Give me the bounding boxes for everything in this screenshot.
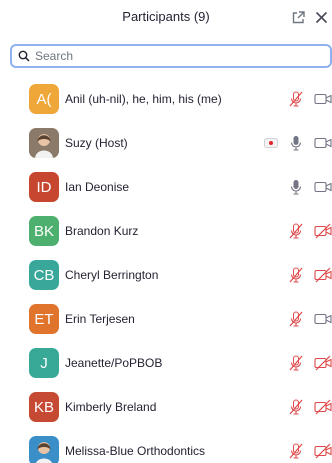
participant-row[interactable]: KB Kimberly Breland [0, 385, 332, 429]
participant-name: Erin Terjesen [65, 312, 135, 326]
search-icon [16, 48, 32, 64]
mic-icon[interactable] [287, 134, 305, 152]
mic-muted-icon[interactable] [287, 442, 305, 460]
video-icon[interactable] [314, 134, 332, 152]
mic-muted-icon[interactable] [287, 310, 305, 328]
mic-muted-icon[interactable] [287, 90, 305, 108]
participant-list: A( Anil (uh-nil), he, him, his (me) Suzy (… [0, 77, 332, 463]
mic-muted-icon[interactable] [287, 354, 305, 372]
avatar: BK [29, 216, 59, 246]
video-off-icon[interactable] [314, 398, 332, 416]
participant-row[interactable]: ID Ian Deonise [0, 165, 332, 209]
participant-row[interactable]: J Jeanette/PoPBOB [0, 341, 332, 385]
avatar: J [29, 348, 59, 378]
participants-header: Participants (9) [0, 0, 332, 36]
video-off-icon[interactable] [314, 222, 332, 240]
video-icon[interactable] [314, 310, 332, 328]
mic-icon[interactable] [287, 178, 305, 196]
avatar: ID [29, 172, 59, 202]
participant-name: Kimberly Breland [65, 400, 157, 414]
participant-name: Anil (uh-nil), he, him, his (me) [65, 92, 222, 106]
participant-row[interactable]: CB Cheryl Berrington [0, 253, 332, 297]
participant-name: Brandon Kurz [65, 224, 139, 238]
search-box[interactable] [10, 44, 332, 68]
participant-name: Suzy (Host) [65, 136, 128, 150]
avatar: KB [29, 392, 59, 422]
participant-name: Jeanette/PoPBOB [65, 356, 163, 370]
avatar [29, 128, 59, 158]
mic-muted-icon[interactable] [287, 222, 305, 240]
video-icon[interactable] [314, 90, 332, 108]
avatar: A( [29, 84, 59, 114]
video-off-icon[interactable] [314, 266, 332, 284]
video-off-icon[interactable] [314, 442, 332, 460]
search-input[interactable] [35, 49, 315, 63]
avatar: CB [29, 260, 59, 290]
popout-icon[interactable] [289, 8, 307, 26]
panel-title: Participants (9) [122, 9, 210, 24]
participant-name: Cheryl Berrington [65, 268, 159, 282]
video-off-icon[interactable] [314, 354, 332, 372]
mic-muted-icon[interactable] [287, 266, 305, 284]
avatar [29, 436, 59, 463]
participant-row[interactable]: BK Brandon Kurz [0, 209, 332, 253]
participant-name: Melissa-Blue Orthodontics [65, 444, 206, 458]
close-icon[interactable] [312, 8, 330, 26]
screen-share-icon [262, 134, 280, 152]
participant-row[interactable]: A( Anil (uh-nil), he, him, his (me) [0, 77, 332, 121]
video-icon[interactable] [314, 178, 332, 196]
participant-row[interactable]: ET Erin Terjesen [0, 297, 332, 341]
participant-name: Ian Deonise [65, 180, 130, 194]
participant-row[interactable]: Melissa-Blue Orthodontics [0, 429, 332, 463]
avatar: ET [29, 304, 59, 334]
participant-row[interactable]: Suzy (Host) [0, 121, 332, 165]
mic-muted-icon[interactable] [287, 398, 305, 416]
